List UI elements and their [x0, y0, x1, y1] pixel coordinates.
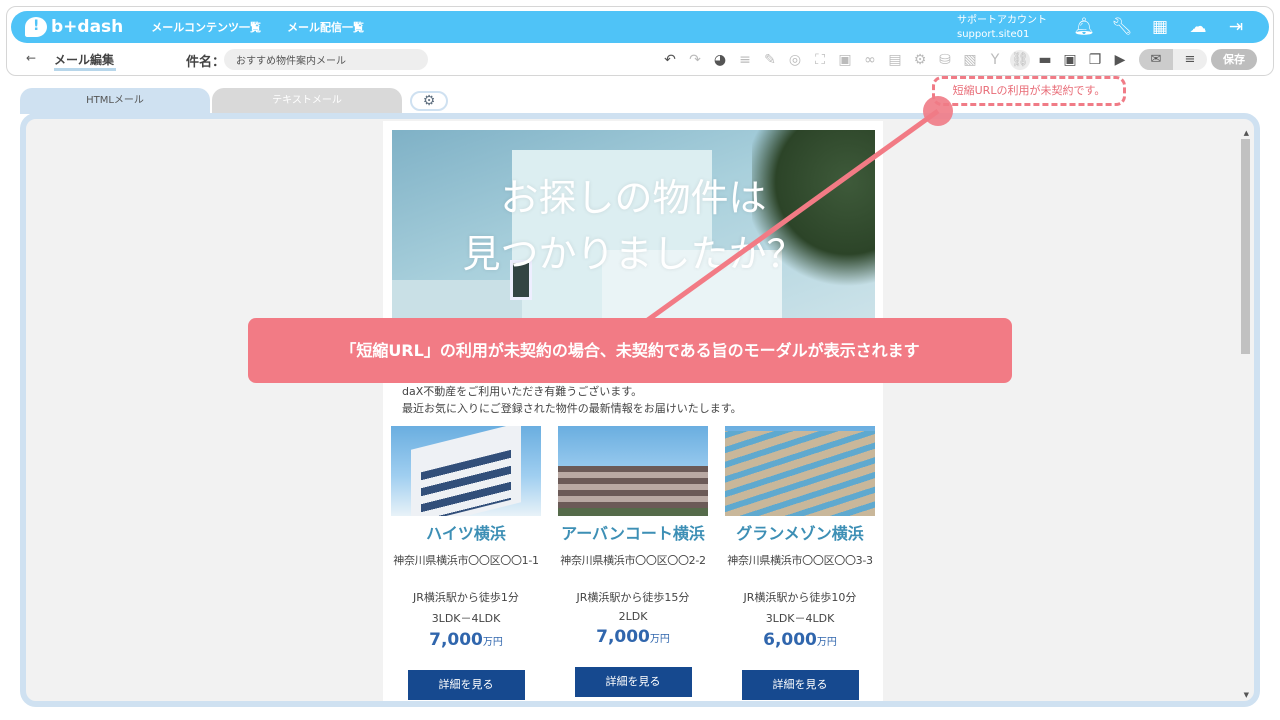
contact-card-icon[interactable]: ▣	[1060, 50, 1080, 70]
annotation-callout: 「短縮URL」の利用が未契約の場合、未契約である旨のモーダルが表示されます	[248, 318, 1012, 383]
short-url-icon[interactable]: ⛓	[1010, 49, 1030, 70]
grid-icon[interactable]: ▦	[1149, 16, 1171, 38]
top-nav: メールコンテンツ一覧 メール配信一覧	[151, 19, 390, 35]
top-bar: b+dash メールコンテンツ一覧 メール配信一覧 サポートアカウント supp…	[11, 11, 1269, 43]
property-card[interactable]: グランメゾン横浜 神奈川県横浜市〇〇区〇〇3-3 JR横浜駅から徒歩10分 3L…	[724, 426, 876, 700]
greeting-line-1: daX不動産をご利用いただき有難うございます。	[402, 385, 643, 398]
property-photo	[391, 426, 541, 516]
property-photo	[725, 426, 875, 516]
detail-button[interactable]: 詳細を見る	[741, 670, 859, 700]
subject-input[interactable]	[224, 49, 428, 70]
view-mode-group: ✉ ≡	[1139, 49, 1207, 70]
subject-label: 件名：	[186, 55, 226, 70]
greeting-text[interactable]: daX不動産をご利用いただき有難うございます。 最近お気に入りにご登録された物件…	[402, 383, 742, 417]
property-card[interactable]: ハイツ横浜 神奈川県横浜市〇〇区〇〇1-1 JR横浜駅から徒歩1分 3LDK－4…	[390, 426, 542, 700]
account-info[interactable]: サポートアカウント support.site01	[957, 14, 1047, 42]
detail-button[interactable]: 詳細を見る	[407, 670, 525, 700]
property-photo	[558, 426, 708, 516]
sub-bar: ← メール編集 件名： ↶ ↷ ◕ ≡ ✎ ◎ ⛶ ▣ ∞ ▤ ⚙ ⛁ ▧ Y …	[20, 48, 1270, 72]
account-site: support.site01	[957, 29, 1030, 40]
divider-icon[interactable]: ▬	[1035, 50, 1055, 70]
property-layout: 3LDK－4LDK	[765, 612, 835, 625]
property-address: 神奈川県横浜市〇〇区〇〇1-1	[393, 554, 539, 567]
property-price: 7,000万円	[596, 627, 670, 647]
property-layout: 2LDK	[618, 610, 648, 623]
property-address: 神奈川県横浜市〇〇区〇〇3-3	[727, 554, 873, 567]
mail-view-icon[interactable]: ✉	[1139, 49, 1173, 70]
redo-icon[interactable]: ↷	[685, 50, 705, 70]
scrollbar[interactable]: ▲ ▼	[1240, 127, 1250, 699]
property-name: グランメゾン横浜	[736, 524, 864, 543]
bell-icon[interactable]: 🔔︎	[1073, 16, 1095, 38]
property-address: 神奈川県横浜市〇〇区〇〇2-2	[560, 554, 706, 567]
link-icon[interactable]: ∞	[860, 50, 880, 70]
save-button[interactable]: 保存	[1211, 49, 1257, 70]
property-name: アーバンコート横浜	[561, 524, 705, 543]
property-price: 7,000万円	[429, 630, 503, 650]
image-icon[interactable]: ▣	[835, 50, 855, 70]
property-price: 6,000万円	[763, 630, 837, 650]
palette-icon[interactable]: ◕	[710, 50, 730, 70]
property-access: JR横浜駅から徒歩1分	[413, 591, 519, 604]
property-name: ハイツ横浜	[426, 524, 506, 543]
merge-icon[interactable]: Y	[985, 50, 1005, 70]
detail-button[interactable]: 詳細を見る	[574, 667, 692, 697]
logout-icon[interactable]: ⇥	[1225, 16, 1247, 38]
play-icon[interactable]: ▶	[1110, 50, 1130, 70]
undo-icon[interactable]: ↶	[660, 50, 680, 70]
scroll-up-icon[interactable]: ▲	[1244, 129, 1249, 137]
text-align-icon[interactable]: ≡	[735, 50, 755, 70]
callout-pointer-dot	[923, 96, 953, 126]
device-preview-icon[interactable]: ❐	[1085, 50, 1105, 70]
page-title: メール編集	[54, 51, 117, 71]
back-arrow-icon[interactable]: ←	[26, 51, 36, 65]
chat-icon[interactable]: ☁	[1187, 16, 1209, 38]
expand-icon[interactable]: ⛶	[810, 50, 830, 70]
nav-mail-contents[interactable]: メールコンテンツ一覧	[151, 19, 261, 35]
hero-line-1: お探しの物件は	[500, 176, 767, 220]
calendar-icon[interactable]: ▤	[885, 50, 905, 70]
database-icon[interactable]: ⛁	[935, 50, 955, 70]
settings-gears-icon[interactable]: ⚙	[910, 50, 930, 70]
wrench-icon[interactable]: 🔧︎	[1111, 16, 1133, 38]
logo[interactable]: b+dash	[25, 17, 123, 37]
hero-banner[interactable]: お探しの物件は 見つかりましたか？	[392, 130, 875, 335]
property-card[interactable]: アーバンコート横浜 神奈川県横浜市〇〇区〇〇2-2 JR横浜駅から徒歩15分 2…	[557, 426, 709, 697]
greeting-line-2: 最近お気に入りにご登録された物件の最新情報をお届けいたします。	[402, 402, 742, 415]
nav-mail-delivery[interactable]: メール配信一覧	[287, 19, 364, 35]
pen-icon[interactable]: ✎	[760, 50, 780, 70]
property-access: JR横浜駅から徒歩15分	[576, 591, 690, 604]
account-label: サポートアカウント	[957, 15, 1047, 26]
photo-building	[725, 431, 875, 516]
hero-heading: お探しの物件は 見つかりましたか？	[392, 170, 875, 282]
text-view-icon[interactable]: ≡	[1173, 49, 1207, 70]
photo-trees	[558, 508, 708, 516]
property-access: JR横浜駅から徒歩10分	[743, 591, 857, 604]
target-icon[interactable]: ◎	[785, 50, 805, 70]
logo-icon	[25, 17, 47, 37]
hero-line-2: 見つかりましたか？	[462, 232, 805, 276]
tab-text-mail[interactable]: テキストメール	[212, 88, 402, 114]
property-layout: 3LDK－4LDK	[431, 612, 501, 625]
logo-text: b+dash	[51, 17, 124, 37]
tab-html-mail[interactable]: HTMLメール	[20, 88, 210, 114]
editor-toolbar: ↶ ↷ ◕ ≡ ✎ ◎ ⛶ ▣ ∞ ▤ ⚙ ⛁ ▧ Y ⛓ ▬ ▣ ❐ ▶ ✉ …	[660, 49, 1257, 70]
top-icons: 🔔︎ 🔧︎ ▦ ☁ ⇥	[1057, 16, 1247, 38]
scroll-down-icon[interactable]: ▼	[1244, 691, 1249, 699]
short-url-notice: 短縮URLの利用が未契約です。	[932, 76, 1126, 106]
scroll-thumb[interactable]	[1241, 139, 1250, 354]
editor-canvas: お探しの物件は 見つかりましたか？ daX不動産をご利用いただき有難うございます…	[20, 113, 1260, 707]
doc-edit-icon[interactable]: ▧	[960, 50, 980, 70]
email-preview: お探しの物件は 見つかりましたか？ daX不動産をご利用いただき有難うございます…	[383, 121, 883, 701]
gear-icon[interactable]: ⚙	[410, 91, 448, 111]
